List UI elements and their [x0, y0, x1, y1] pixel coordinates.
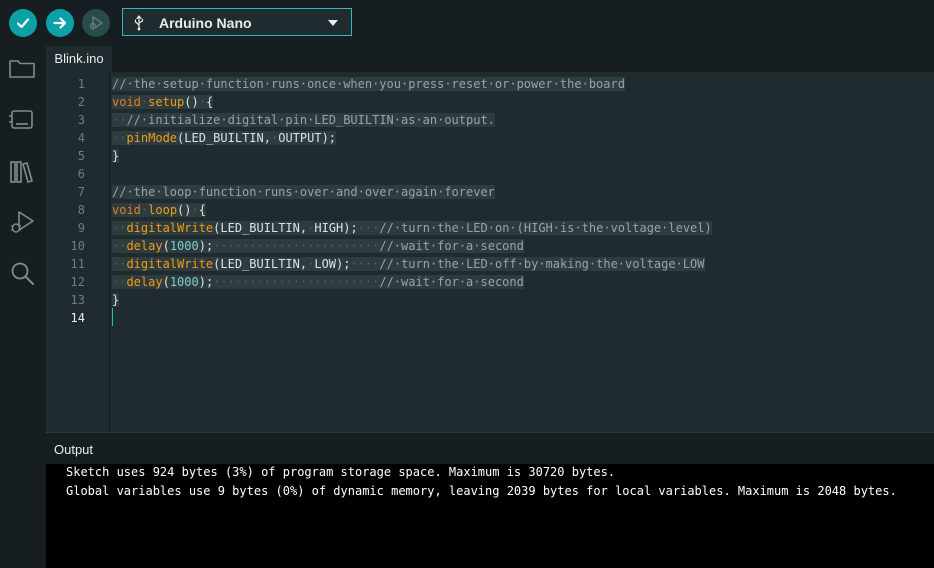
line-number: 6	[77, 167, 85, 181]
line-number: 8	[77, 203, 85, 217]
code-line[interactable]: //·the·loop·function·runs·over·and·over·…	[112, 183, 495, 201]
upload-button[interactable]	[46, 9, 74, 37]
board-name: Arduino Nano	[159, 15, 252, 31]
debug-play-icon	[89, 16, 103, 30]
code-line[interactable]: ··digitalWrite(LED_BUILTIN,·LOW);····//·…	[112, 255, 705, 273]
usb-icon	[133, 15, 145, 36]
output-console[interactable]: Sketch uses 924 bytes (3%) of program st…	[46, 464, 934, 568]
caret-down-icon	[328, 20, 338, 26]
code-line[interactable]: }	[112, 147, 120, 165]
code-area[interactable]: //·the·setup·function·runs·once·when·you…	[112, 72, 934, 432]
line-number: 3	[77, 113, 85, 127]
line-number: 13	[70, 293, 85, 307]
line-number: 11	[70, 257, 85, 271]
sidebar	[0, 46, 46, 568]
code-line[interactable]: ··delay(1000);·······················//·…	[112, 273, 524, 291]
board-manager-icon[interactable]	[8, 106, 36, 134]
toolbar: Arduino Nano	[0, 0, 934, 46]
debug-icon[interactable]	[8, 208, 36, 236]
line-number-gutter: 1 2 3 4 5 6 7 8 9 10 11 12 13 14	[46, 72, 110, 432]
arrow-right-icon	[53, 17, 67, 29]
tab-blink-ino[interactable]: Blink.ino	[46, 46, 112, 72]
arduino-ide-window: Arduino Nano Blink.ino 1 2 3 4 5 6 7 8 9…	[0, 0, 934, 568]
check-icon	[16, 18, 30, 29]
line-number: 9	[77, 221, 85, 235]
line-number: 1	[77, 77, 85, 91]
code-line[interactable]: void·loop()·{	[112, 201, 206, 219]
line-number: 12	[70, 275, 85, 289]
folder-icon[interactable]	[8, 54, 36, 82]
code-editor[interactable]: 1 2 3 4 5 6 7 8 9 10 11 12 13 14 //·the·setup·functio…	[46, 72, 934, 432]
verify-button[interactable]	[9, 9, 37, 37]
library-icon[interactable]	[8, 158, 36, 186]
debug-button[interactable]	[82, 9, 110, 37]
output-line: Global variables use 9 bytes (0%) of dyn…	[66, 484, 897, 498]
line-number: 4	[77, 131, 85, 145]
line-number: 10	[70, 239, 85, 253]
search-icon[interactable]	[8, 260, 36, 288]
board-selector[interactable]: Arduino Nano	[122, 8, 352, 36]
code-line[interactable]: ··//·initialize·digital·pin·LED_BUILTIN·…	[112, 111, 495, 129]
code-line[interactable]: ··digitalWrite(LED_BUILTIN,·HIGH);···//·…	[112, 219, 712, 237]
line-number: 2	[77, 95, 85, 109]
line-number: 7	[77, 185, 85, 199]
code-line[interactable]: }	[112, 291, 120, 309]
output-title: Output	[54, 442, 94, 457]
code-line[interactable]: //·the·setup·function·runs·once·when·you…	[112, 75, 625, 93]
code-line[interactable]: ··pinMode(LED_BUILTIN,·OUTPUT);	[112, 129, 337, 147]
editor-tabbar: Blink.ino	[46, 46, 934, 72]
text-cursor	[112, 308, 113, 326]
output-panel-header: Output	[46, 432, 934, 464]
line-number: 14	[70, 311, 85, 325]
code-line[interactable]: ··delay(1000);·······················//·…	[112, 237, 524, 255]
code-line[interactable]: void·setup()·{	[112, 93, 214, 111]
line-number: 5	[77, 149, 85, 163]
output-line: Sketch uses 924 bytes (3%) of program st…	[66, 465, 616, 479]
